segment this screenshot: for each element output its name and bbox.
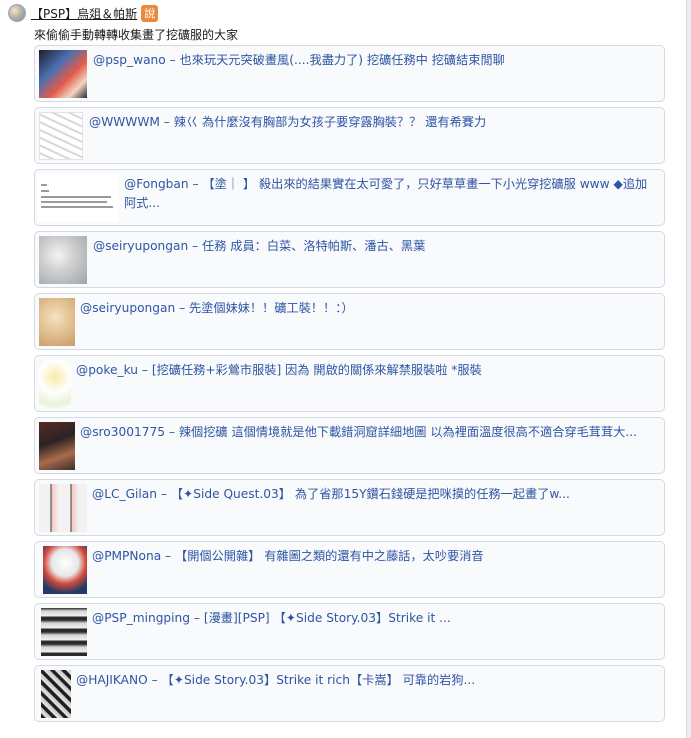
list-item[interactable]: @seiryupongan – 先塗個妹妹！！礦工裝！！：） (34, 293, 665, 350)
page-root: 【PSP】烏爼＆帕斯 說 來偷偷手動轉轉收集畫了挖礦服的大家 @psp_wano… (0, 0, 691, 738)
anime-thumbnail (39, 50, 87, 98)
list-item-text[interactable]: @seiryupongan – 先塗個妹妹！！礦工裝！！：） (80, 299, 652, 318)
list-item[interactable]: @Fongban – 【塗｜ 】 殺出來的結果實在太可愛了，只好草草畫一下小光穿… (34, 169, 665, 226)
list-item-text[interactable]: @psp_wano – 也來玩天元突破畫風(....我盡力了) 挖礦任務中 挖礦… (93, 51, 652, 70)
comment-badge-icon[interactable]: 說 (141, 4, 159, 22)
text-thumbnail (37, 174, 119, 222)
list-item-text[interactable]: @seiryupongan – 任務 成員：白菜、洛特帕斯、潘古、黑葉 (93, 237, 652, 256)
manga-thumbnail (41, 608, 87, 656)
list-item[interactable]: @LC_Gilan – 【✦Side Quest.03】 為了省那15Y鑽石錢硬… (34, 479, 665, 536)
list-item-text[interactable]: @LC_Gilan – 【✦Side Quest.03】 為了省那15Y鑽石錢硬… (92, 485, 652, 504)
chibi-thumbnail (39, 360, 71, 408)
list-item[interactable]: @psp_wano – 也來玩天元突破畫風(....我盡力了) 挖礦任務中 挖礦… (34, 45, 665, 102)
scrollbar[interactable] (686, 0, 691, 738)
comic-thumbnail (39, 484, 87, 532)
warm-thumbnail (39, 298, 75, 346)
list-item[interactable]: @HAJIKANO – 【✦Side Story.03】Strike it ri… (34, 665, 665, 722)
list-item-text[interactable]: @HAJIKANO – 【✦Side Story.03】Strike it ri… (76, 671, 652, 690)
list-item-text[interactable]: @poke_ku – [挖礦任務+彩鶯市服裝] 因為 開啟的關係來解禁服裝啦 *… (76, 361, 652, 380)
list-item-text[interactable]: @sro3001775 – 辣個挖礦 這個情境就是他下載錯洞窟詳細地圖 以為裡面… (80, 423, 652, 442)
list-item-text[interactable]: @Fongban – 【塗｜ 】 殺出來的結果實在太可愛了，只好草草畫一下小光穿… (124, 175, 652, 213)
list-item[interactable]: @PSP_mingping – [漫畫][PSP] 【✦Side Story.0… (34, 603, 665, 660)
list-item[interactable]: @WWWWM – 辣巜 為什麼沒有胸部为女孩子要穿露胸裝？？ 還有希賽力 (34, 107, 665, 164)
list-item-text[interactable]: @WWWWM – 辣巜 為什麼沒有胸部为女孩子要穿露胸裝？？ 還有希賽力 (89, 113, 652, 132)
manga-thumbnail-2 (41, 670, 71, 718)
post-header: 【PSP】烏爼＆帕斯 說 (8, 3, 159, 23)
list-item-text[interactable]: @PSP_mingping – [漫畫][PSP] 【✦Side Story.0… (92, 609, 652, 628)
linked-posts-list: @psp_wano – 也來玩天元突破畫風(....我盡力了) 挖礦任務中 挖礦… (34, 45, 665, 727)
sketch-thumbnail (39, 112, 83, 160)
post-description: 來偷偷手動轉轉收集畫了挖礦服的大家 (34, 28, 239, 42)
list-item[interactable]: @seiryupongan – 任務 成員：白菜、洛特帕斯、潘古、黑葉 (34, 231, 665, 288)
list-item[interactable]: @poke_ku – [挖礦任務+彩鶯市服裝] 因為 開啟的關係來解禁服裝啦 *… (34, 355, 665, 412)
username-link[interactable]: 【PSP】烏爼＆帕斯 (31, 5, 137, 22)
portrait-thumbnail (43, 546, 87, 594)
dark-thumbnail (39, 422, 75, 470)
list-item[interactable]: @PMPNona – 【開個公開雜】 有雜圖之類的還有中之藤話，太吵要消音 (34, 541, 665, 598)
avatar[interactable] (8, 4, 26, 22)
list-item[interactable]: @sro3001775 – 辣個挖礦 這個情境就是他下載錯洞窟詳細地圖 以為裡面… (34, 417, 665, 474)
list-item-text[interactable]: @PMPNona – 【開個公開雜】 有雜圖之類的還有中之藤話，太吵要消音 (92, 547, 652, 566)
gray-thumbnail (39, 236, 87, 284)
